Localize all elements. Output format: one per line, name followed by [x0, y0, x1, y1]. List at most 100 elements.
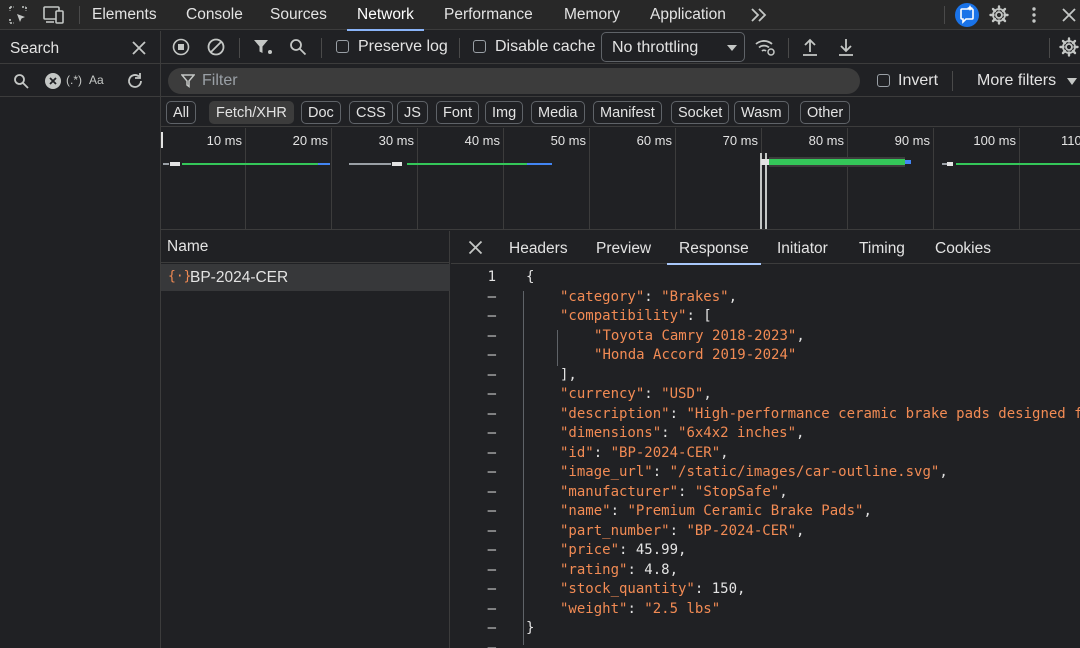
resource-type-filters: All Fetch/XHR Doc CSS JS Font Img Media … — [161, 97, 1080, 127]
tab-application[interactable]: Application — [650, 0, 726, 30]
ai-assistance-icon[interactable] — [955, 3, 979, 27]
request-row[interactable]: {·} BP-2024-CER — [161, 264, 450, 291]
line-number: – — [487, 289, 496, 305]
code-line: "name": "Premium Ceramic Brake Pads", — [560, 503, 872, 519]
line-number: – — [487, 562, 496, 578]
throttling-value: No throttling — [612, 39, 699, 56]
more-tabs-icon[interactable] — [750, 7, 768, 23]
tab-preview[interactable]: Preview — [596, 231, 651, 264]
value-compatibility-0: Toyota Camry 2018-2023 — [602, 328, 788, 344]
tab-memory[interactable]: Memory — [564, 0, 620, 30]
column-header-name[interactable]: Name — [161, 231, 450, 263]
tab-performance[interactable]: Performance — [444, 0, 533, 30]
chip-manifest[interactable]: Manifest — [593, 101, 662, 124]
more-vert-icon[interactable] — [1030, 6, 1038, 24]
chip-wasm[interactable]: Wasm — [734, 101, 789, 124]
waterfall-segment — [349, 163, 391, 165]
network-settings-icon[interactable] — [1059, 37, 1079, 57]
clear-icon[interactable] — [207, 38, 225, 56]
chip-media[interactable]: Media — [531, 101, 585, 124]
settings-icon[interactable] — [989, 5, 1009, 25]
search-network-icon[interactable] — [289, 38, 307, 56]
code-line: "image_url": "/static/images/car-outline… — [560, 464, 948, 480]
line-number: – — [487, 464, 496, 480]
code-line: "category": "Brakes", — [560, 289, 738, 305]
timeline-overview[interactable]: 10 ms 20 ms 30 ms 40 ms 50 ms 60 ms 70 m… — [161, 128, 1080, 230]
line-number: – — [487, 425, 496, 441]
chip-font[interactable]: Font — [436, 101, 480, 124]
clear-search-icon[interactable] — [45, 73, 61, 89]
invert-label[interactable]: Invert — [898, 72, 938, 90]
indent-guide — [557, 330, 558, 366]
response-viewer[interactable]: 1 – – – – – – – – – – – – – – – – – – – … — [451, 265, 1080, 648]
import-har-icon[interactable] — [801, 37, 819, 57]
tab-timing[interactable]: Timing — [859, 231, 905, 264]
tick-label: 70 ms — [722, 133, 758, 148]
device-toolbar-icon[interactable] — [43, 5, 65, 25]
preserve-log-checkbox[interactable] — [336, 40, 349, 53]
network-toolbar: Preserve log Disable cache No throttling — [161, 31, 1080, 64]
chip-img[interactable]: Img — [485, 101, 524, 124]
waterfall-segment — [318, 163, 330, 165]
more-filters-button[interactable]: More filters — [977, 72, 1056, 90]
search-input-row[interactable]: (.*) Aa — [0, 65, 160, 97]
export-har-icon[interactable] — [837, 37, 855, 57]
tab-console[interactable]: Console — [186, 0, 243, 30]
close-search-icon[interactable] — [131, 40, 147, 56]
chip-css[interactable]: CSS — [349, 101, 393, 124]
close-icon[interactable] — [1061, 7, 1077, 23]
line-number: – — [487, 328, 496, 344]
invert-checkbox[interactable] — [877, 74, 890, 87]
code-line: "manufacturer": "StopSafe", — [560, 484, 788, 500]
line-number: – — [487, 445, 496, 461]
refresh-icon[interactable] — [125, 71, 145, 91]
value-manufacturer: StopSafe — [703, 484, 771, 500]
tab-elements[interactable]: Elements — [92, 0, 157, 30]
search-panel: Search (.*) Aa — [0, 31, 161, 648]
chip-all[interactable]: All — [166, 101, 197, 124]
search-header: Search — [0, 31, 160, 64]
close-detail-icon[interactable] — [468, 240, 483, 255]
tick-label: 10 ms — [206, 133, 242, 148]
chip-other[interactable]: Other — [800, 101, 851, 124]
throttling-select[interactable]: No throttling — [601, 32, 745, 62]
tick-label: 80 ms — [808, 133, 844, 148]
inspect-element-icon[interactable] — [9, 6, 27, 24]
code-line: "description": "High-performance ceramic… — [560, 406, 1080, 422]
code-line: "rating": 4.8, — [560, 562, 679, 578]
tab-headers[interactable]: Headers — [509, 231, 568, 264]
value-part-number: BP-2024-CER — [694, 523, 788, 539]
tab-initiator[interactable]: Initiator — [777, 231, 828, 264]
regex-toggle[interactable]: (.*) — [66, 73, 82, 87]
value-compatibility-1: Honda Accord 2019-2024 — [602, 347, 788, 363]
tab-response[interactable]: Response — [667, 231, 761, 265]
chip-doc[interactable]: Doc — [301, 101, 341, 124]
waterfall-segment — [527, 163, 552, 165]
value-description: High-performance ceramic brake pads desi… — [694, 406, 1080, 422]
disable-cache-checkbox[interactable] — [473, 40, 486, 53]
chip-socket[interactable]: Socket — [671, 101, 730, 124]
code-line: "dimensions": "6x4x2 inches", — [560, 425, 805, 441]
tab-cookies[interactable]: Cookies — [935, 231, 991, 264]
detail-tab-bar: Headers Preview Response Initiator Timin… — [451, 231, 1080, 265]
code-line: "weight": "2.5 lbs" — [560, 601, 721, 617]
network-conditions-icon[interactable] — [754, 37, 776, 57]
more-filters-arrow-icon — [1067, 78, 1077, 86]
code-line: { — [526, 269, 535, 285]
filter-input[interactable]: Filter — [168, 68, 860, 94]
preserve-log-label[interactable]: Preserve log — [358, 38, 448, 56]
chip-js[interactable]: JS — [397, 101, 428, 124]
record-stop-icon[interactable] — [172, 38, 190, 56]
tab-network[interactable]: Network — [347, 0, 424, 31]
line-number: – — [487, 347, 496, 363]
chip-fetch-xhr[interactable]: Fetch/XHR — [209, 101, 294, 124]
value-weight: 2.5 lbs — [652, 601, 712, 617]
filter-toggle-icon[interactable] — [253, 38, 273, 56]
tab-sources[interactable]: Sources — [270, 0, 327, 30]
line-number: – — [487, 308, 496, 324]
line-number: – — [487, 406, 496, 422]
line-number: – — [487, 386, 496, 402]
request-list: Name {·} BP-2024-CER — [161, 231, 450, 648]
disable-cache-label[interactable]: Disable cache — [495, 38, 596, 56]
match-case-toggle[interactable]: Aa — [89, 73, 104, 87]
